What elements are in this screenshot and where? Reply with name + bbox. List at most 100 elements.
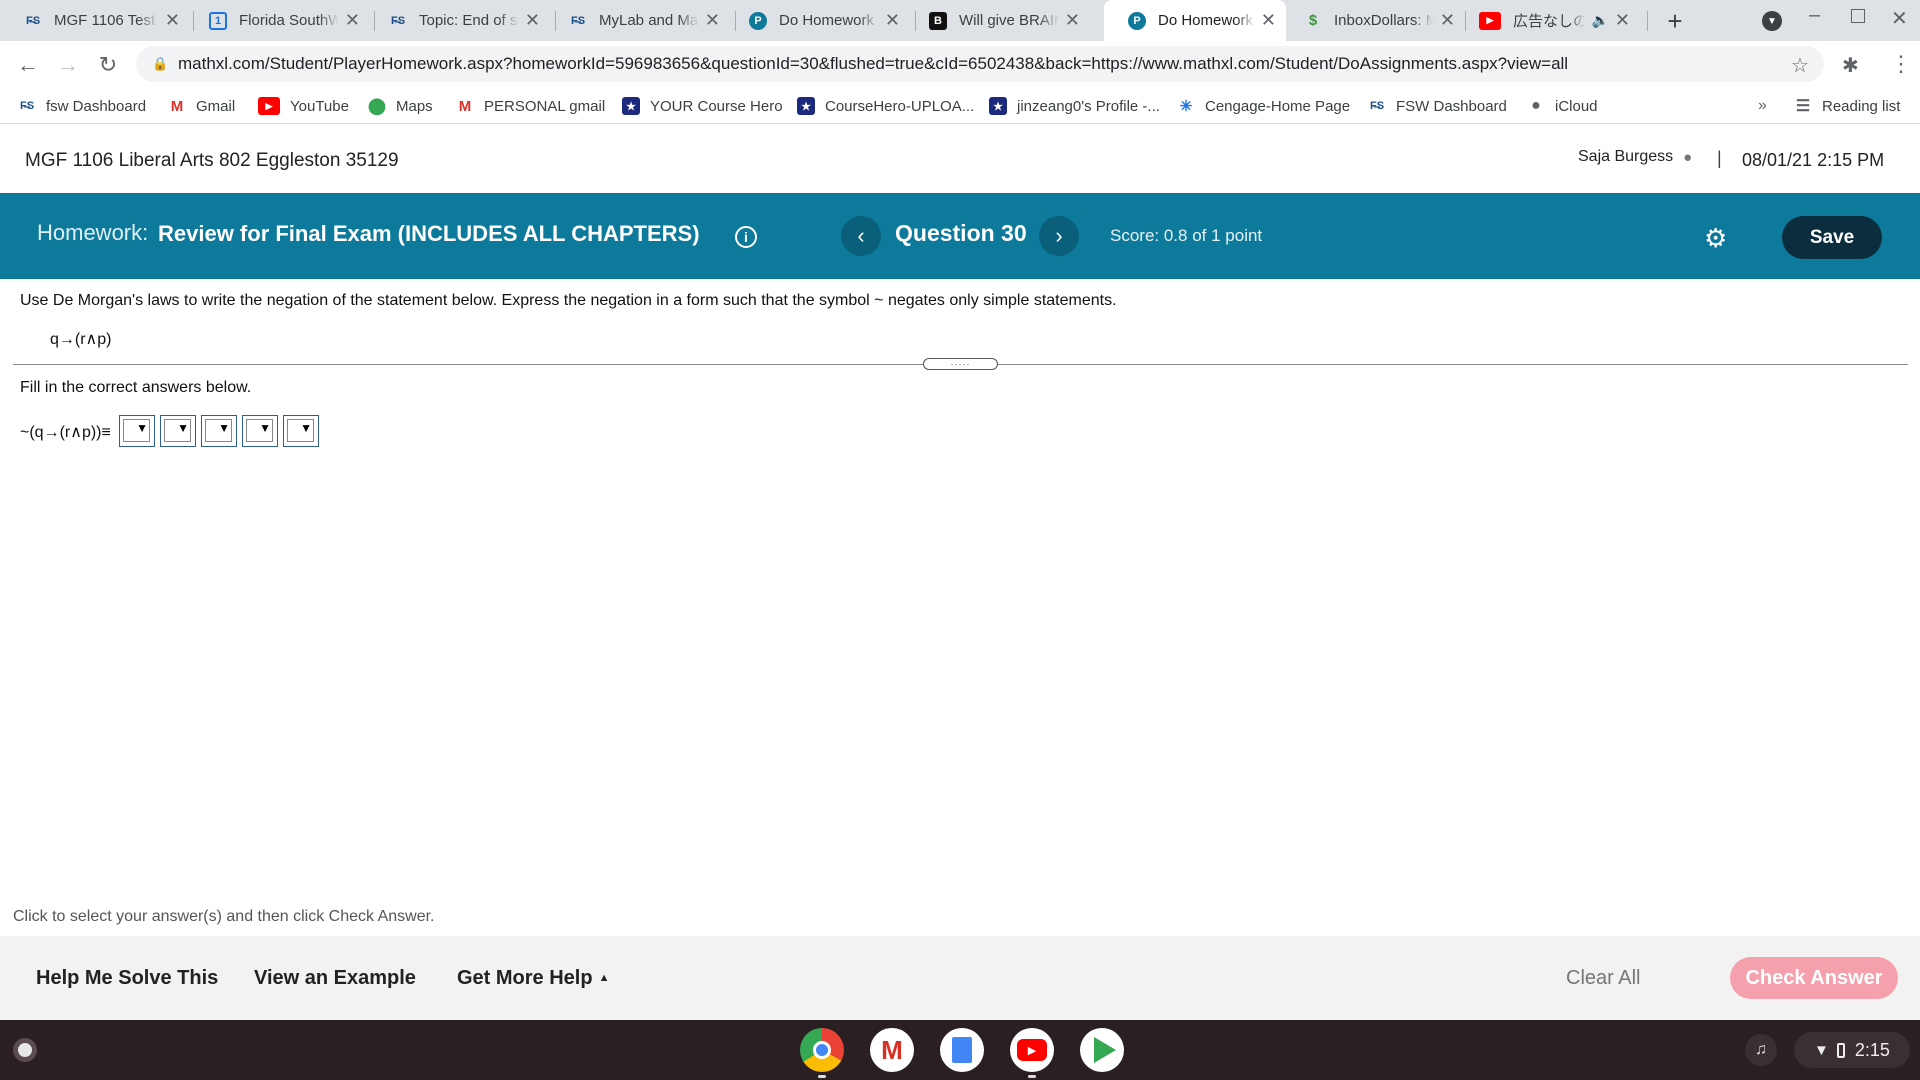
question-statement: q→(r∧p) (50, 331, 112, 348)
dropdown-arrow-icon: ▼ (218, 421, 230, 435)
bookmark-item[interactable]: ▶ YouTube (258, 88, 349, 124)
media-controls-icon[interactable]: ♫ (1745, 1034, 1777, 1066)
fsw-logo-icon: F̶S (25, 14, 41, 27)
info-icon[interactable]: i (735, 226, 757, 248)
dropdown-arrow-icon: ▼ (300, 421, 312, 435)
fill-prompt: Fill in the correct answers below. (20, 379, 252, 396)
fsw-logo-icon: F̶S (570, 14, 586, 27)
minimize-icon[interactable]: – (1809, 4, 1820, 27)
coursehero-icon: ★ (797, 97, 815, 115)
bookmark-item[interactable]: M Gmail (168, 88, 235, 124)
settings-gear-icon[interactable]: ⚙ (1704, 223, 1727, 254)
browser-tab[interactable]: F̶S MyLab and Ma ✕ (545, 0, 730, 41)
dropdown-arrow-icon: ▼ (177, 421, 189, 435)
answer-hint: Click to select your answer(s) and then … (13, 908, 435, 925)
wifi-icon: ▼ (1814, 1041, 1829, 1059)
chrome-icon[interactable] (800, 1028, 844, 1072)
user-name: Saja Burgess (1578, 148, 1674, 165)
bookmark-item[interactable]: ★ YOUR Course Hero (622, 88, 783, 124)
user-menu[interactable]: Saja Burgess ● (1578, 148, 1692, 166)
menu-kebab-icon[interactable]: ⋮ (1890, 51, 1912, 77)
answer-dropdown-1[interactable]: ▼ (119, 415, 155, 447)
bookmarks-bar: F̶S fsw Dashboard M Gmail ▶ YouTube ⬤ Maps M… (0, 88, 1920, 124)
close-icon[interactable]: ✕ (885, 10, 900, 31)
get-more-help-button[interactable]: Get More Help ▲ (457, 936, 609, 1020)
browser-tab[interactable]: P Do Homework ✕ (725, 0, 910, 41)
fsw-logo-icon: F̶S (390, 14, 406, 27)
user-icon: ● (1683, 148, 1693, 166)
browser-tab[interactable]: B Will give BRAIN ✕ (905, 0, 1090, 41)
clear-all-button[interactable]: Clear All (1566, 936, 1640, 1020)
browser-tab[interactable]: F̶S Topic: End of se ✕ (365, 0, 550, 41)
answer-dropdown-3[interactable]: ▼ (201, 415, 237, 447)
browser-tab-active[interactable]: P Do Homework ✕ (1104, 0, 1286, 41)
homework-title: Review for Final Exam (INCLUDES ALL CHAP… (158, 221, 700, 246)
gmail-icon[interactable]: M (870, 1028, 914, 1072)
youtube-icon[interactable]: ▶ (1010, 1028, 1054, 1072)
answer-dropdown-2[interactable]: ▼ (160, 415, 196, 447)
restore-icon[interactable] (1851, 9, 1865, 23)
close-icon[interactable]: ✕ (1065, 10, 1080, 31)
bookmark-item[interactable]: ★ CourseHero-UPLOA... (797, 88, 974, 124)
pearson-icon: P (749, 11, 767, 30)
url-text: mathxl.com/Student/PlayerHomework.aspx?h… (178, 54, 1569, 73)
launcher-icon[interactable] (13, 1038, 37, 1062)
dropdown-arrow-icon: ▼ (136, 421, 148, 435)
docs-icon[interactable] (940, 1028, 984, 1072)
reload-icon[interactable]: ↻ (92, 49, 124, 81)
brainly-icon: B (929, 11, 947, 30)
close-icon[interactable]: ✕ (345, 10, 360, 31)
answer-dropdown-4[interactable]: ▼ (242, 415, 278, 447)
extensions-puzzle-icon[interactable]: ✱ (1842, 53, 1859, 78)
close-icon[interactable]: ✕ (1440, 10, 1455, 31)
system-tray[interactable]: ▼ 2:15 (1794, 1032, 1910, 1068)
close-icon[interactable]: ✕ (165, 10, 180, 31)
gmail-icon: M (458, 97, 472, 115)
bookmark-item[interactable]: M PERSONAL gmail (456, 88, 605, 124)
browser-tab[interactable]: $ InboxDollars: M ✕ (1280, 0, 1465, 41)
bookmarks-overflow-button[interactable]: » (1758, 88, 1767, 124)
previous-question-chevron-icon[interactable]: ‹ (841, 216, 881, 256)
tab-search-chevron-icon[interactable]: ▼ (1762, 11, 1782, 31)
save-button[interactable]: Save (1782, 216, 1882, 259)
close-icon[interactable]: ✕ (1615, 10, 1630, 31)
new-tab-plus-icon[interactable]: + (1660, 6, 1690, 36)
inboxdollars-icon: $ (1308, 12, 1318, 29)
close-icon[interactable]: ✕ (705, 10, 720, 31)
caret-up-icon: ▲ (598, 972, 610, 984)
bookmark-item[interactable]: ● iCloud (1527, 88, 1597, 124)
bookmark-item[interactable]: F̶S fsw Dashboard (18, 88, 146, 124)
apple-icon: ● (1531, 97, 1541, 114)
answer-dropdown-5[interactable]: ▼ (283, 415, 319, 447)
browser-tab[interactable]: ▶ 広告なしの 🔈 ✕ (1455, 0, 1640, 41)
back-arrow-icon[interactable]: ← (12, 49, 44, 81)
header-separator: | (1717, 148, 1722, 168)
coursehero-icon: ★ (989, 97, 1007, 115)
question-instructions: Use De Morgan's laws to write the negati… (20, 292, 1117, 309)
bookmark-item[interactable]: ⬤ Maps (368, 88, 433, 124)
address-bar[interactable]: 🔒 mathxl.com/Student/PlayerHomework.aspx… (136, 46, 1824, 82)
reading-list-button[interactable]: ☰ Reading list (1794, 88, 1901, 124)
homework-header: Homework: Review for Final Exam (INCLUDE… (0, 193, 1920, 279)
running-indicator (1028, 1075, 1036, 1078)
forward-arrow-icon[interactable]: → (52, 49, 84, 81)
close-icon[interactable]: ✕ (1261, 10, 1276, 31)
bookmark-item[interactable]: ✳ Cengage-Home Page (1177, 88, 1350, 124)
bookmark-item[interactable]: ★ jinzeang0's Profile -... (989, 88, 1160, 124)
question-number: Question 30 (895, 220, 1027, 246)
close-icon[interactable]: ✕ (525, 10, 540, 31)
help-me-solve-button[interactable]: Help Me Solve This (36, 936, 218, 1020)
next-question-chevron-icon[interactable]: › (1039, 216, 1079, 256)
view-example-button[interactable]: View an Example (254, 936, 416, 1020)
check-answer-button[interactable]: Check Answer (1730, 957, 1898, 999)
bookmark-item[interactable]: F̶S FSW Dashboard (1368, 88, 1507, 124)
battery-icon (1836, 1042, 1845, 1058)
browser-toolbar: ← → ↻ 🔒 mathxl.com/Student/PlayerHomewor… (0, 41, 1920, 88)
bookmark-star-icon[interactable]: ☆ (1791, 53, 1809, 78)
play-store-icon[interactable] (1080, 1028, 1124, 1072)
close-window-icon[interactable]: ✕ (1891, 6, 1908, 31)
resize-handle[interactable]: ····· (923, 358, 998, 370)
browser-tab[interactable]: 1 Florida SouthW ✕ (185, 0, 370, 41)
browser-tab[interactable]: F̶S MGF 1106 Test ✕ (0, 0, 190, 41)
speaker-icon: 🔈 (1591, 12, 1609, 28)
